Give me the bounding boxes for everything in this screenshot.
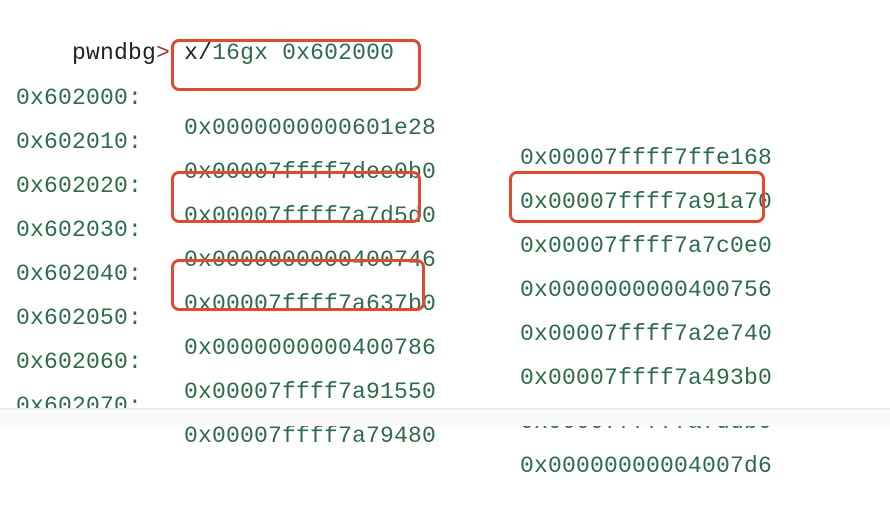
row-value-2: 0x00007ffff7a2e740 [520, 321, 773, 347]
row-value-1: 0x00007ffff7a91550 [184, 379, 437, 405]
terminal-output: pwndbg> x/16gx 0x602000 0x602000: 0x0000… [0, 0, 890, 479]
memory-row: 0x602070: 0x00007ffff7a79480 0x000000000… [16, 361, 772, 511]
row-value-2: 0x00007ffff7ffe168 [520, 145, 773, 171]
prompt-arrow: > [156, 40, 171, 66]
prompt-name: pwndbg [72, 40, 157, 66]
highlight-box [171, 171, 421, 223]
row-value-1: 0x0000000000400786 [184, 335, 437, 361]
highlight-box [171, 259, 425, 311]
row-value-1: 0x0000000000601e28 [184, 115, 437, 141]
row-value-2: 0x0000000000400756 [520, 277, 773, 303]
highlight-box [171, 39, 421, 91]
footer-area [0, 410, 890, 426]
row-value-2: 0x00000000004007d6 [520, 453, 773, 479]
row-value-2: 0x00007ffff7a7c0e0 [520, 233, 773, 259]
highlight-box [509, 171, 765, 223]
row-value-2: 0x00007ffff7a493b0 [520, 365, 773, 391]
